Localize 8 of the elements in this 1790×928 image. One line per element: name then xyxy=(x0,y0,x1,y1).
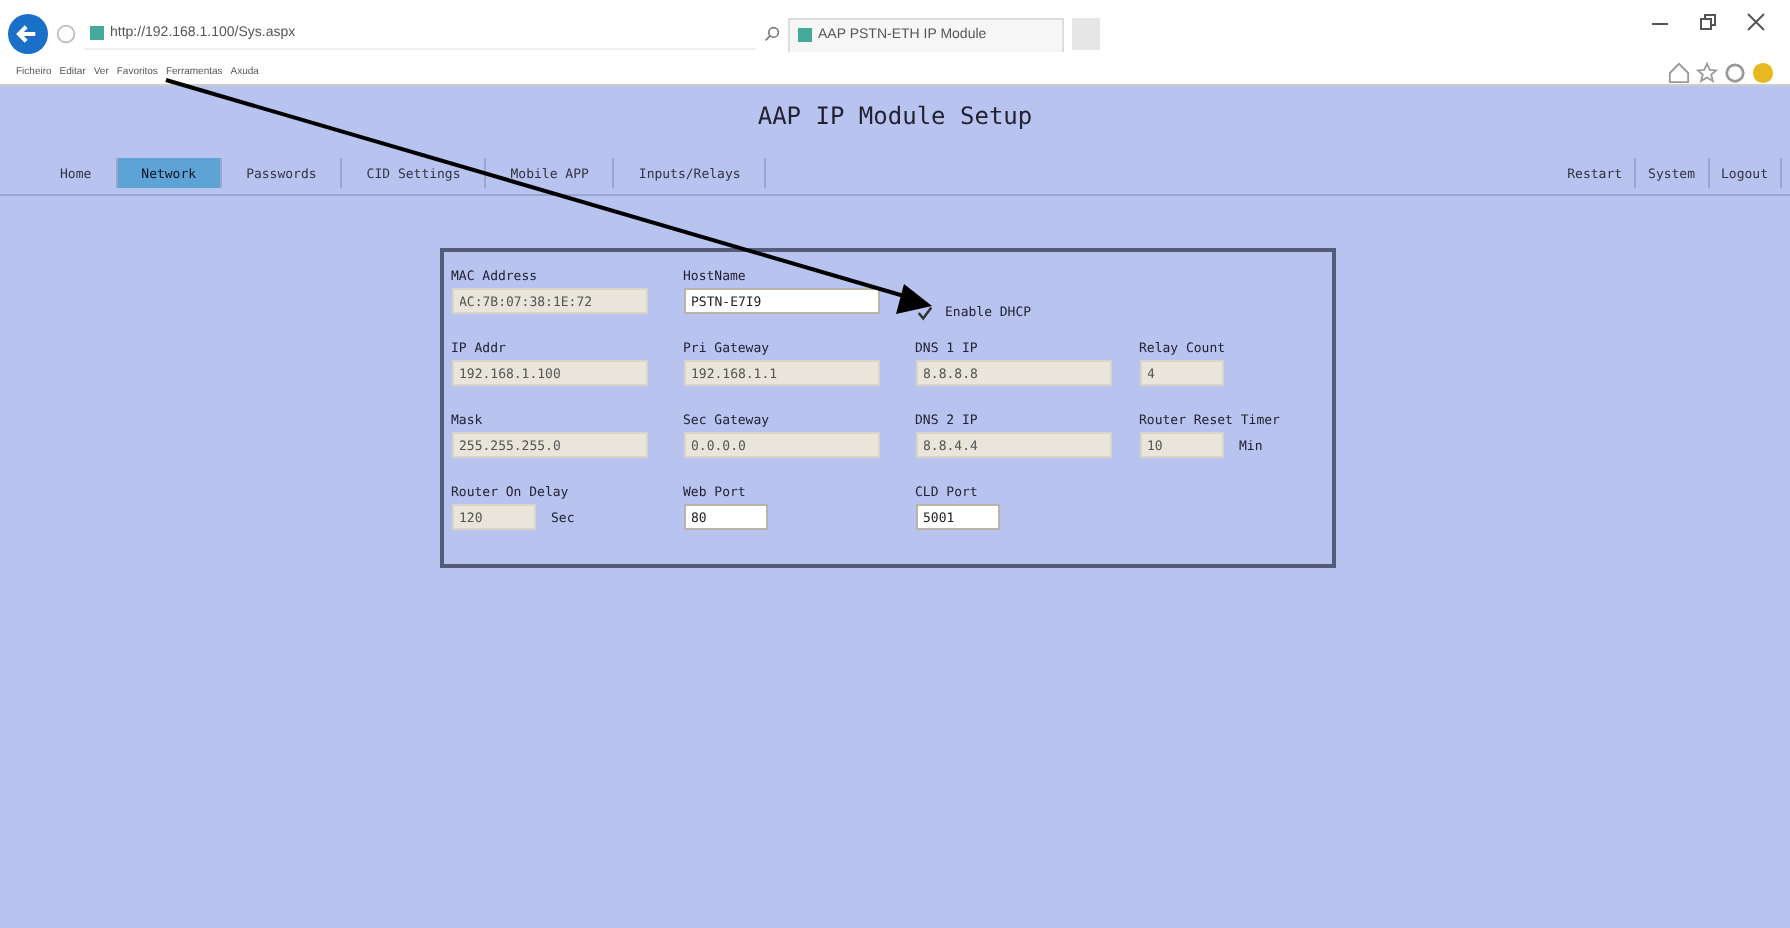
back-icon[interactable] xyxy=(8,14,48,54)
search-icon[interactable] xyxy=(764,26,780,42)
home-icon[interactable] xyxy=(1668,61,1690,83)
page-title: AAP IP Module Setup xyxy=(755,102,1035,130)
close-icon[interactable] xyxy=(1746,12,1766,32)
star-icon[interactable] xyxy=(1696,61,1718,83)
dhcp-checkbox[interactable] xyxy=(915,303,933,321)
restore-icon[interactable] xyxy=(1698,12,1718,32)
